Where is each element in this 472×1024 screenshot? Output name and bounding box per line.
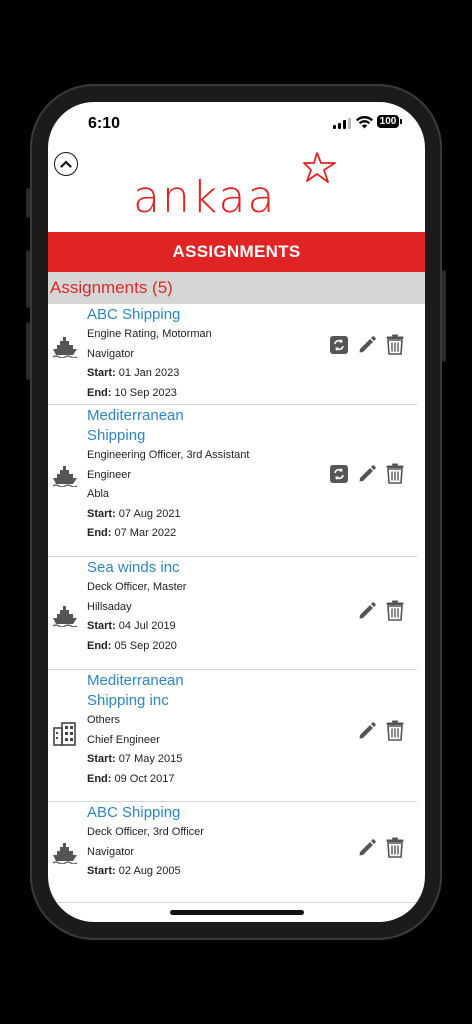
- wifi-icon: [356, 116, 373, 129]
- ship-icon: [52, 336, 78, 363]
- screen: 6:10 100 ankaa ASSIGNMENTS Assignments (…: [48, 102, 425, 922]
- start-date-row: Start: 07 Aug 2021: [48, 505, 417, 525]
- ankaa-logo: ankaa: [133, 172, 277, 223]
- collapse-button[interactable]: [54, 152, 78, 176]
- company-name[interactable]: Mediterranean Shipping: [48, 405, 237, 446]
- edit-icon[interactable]: [357, 838, 377, 858]
- start-date: 01 Jan 2023: [118, 367, 180, 380]
- battery-nub: [400, 119, 402, 124]
- end-label: End:: [87, 639, 112, 652]
- end-date: 07 Mar 2022: [114, 527, 177, 540]
- sync-icon[interactable]: [330, 335, 348, 354]
- start-label: Start:: [87, 620, 116, 633]
- start-date-row: Start: 02 Aug 2005: [48, 862, 417, 882]
- start-date: 04 Jul 2019: [118, 620, 176, 633]
- end-date: 10 Sep 2023: [114, 386, 177, 399]
- side-button-volume-up: [26, 250, 30, 308]
- card-actions: [357, 720, 404, 741]
- battery-icon: 100: [377, 115, 399, 128]
- ship-icon: [52, 842, 78, 869]
- assignment-role: Deck Officer, Master: [87, 581, 187, 593]
- end-date: 05 Sep 2020: [114, 639, 177, 652]
- start-label: Start:: [87, 753, 116, 766]
- delete-icon[interactable]: [386, 334, 404, 355]
- company-name[interactable]: Sea winds inc: [48, 557, 237, 578]
- assignment-card[interactable]: ABC Shipping Deck Officer, 3rd Officer Nav…: [48, 802, 417, 903]
- sync-icon[interactable]: [330, 464, 348, 483]
- assignments-count-header: Assignments (5): [48, 272, 425, 304]
- home-indicator[interactable]: [170, 910, 304, 915]
- chevron-up-icon: [60, 160, 72, 168]
- start-label: Start:: [87, 507, 116, 520]
- assignment-card[interactable]: Mediterranean Shipping inc Others Chief En…: [48, 670, 417, 802]
- side-button-power: [442, 270, 446, 362]
- card-actions: [330, 463, 404, 484]
- end-label: End:: [87, 527, 112, 540]
- edit-icon[interactable]: [357, 721, 377, 741]
- cellular-signal-icon: [333, 118, 351, 129]
- edit-icon[interactable]: [357, 601, 377, 621]
- delete-icon[interactable]: [386, 463, 404, 484]
- assignment-card[interactable]: ABC Shipping Engine Rating, Motorman Navig…: [48, 304, 417, 405]
- edit-icon[interactable]: [357, 335, 377, 355]
- end-label: End:: [87, 772, 112, 785]
- start-label: Start:: [87, 367, 116, 380]
- building-icon: [52, 722, 78, 751]
- end-date-row: End: 10 Sep 2023: [48, 384, 417, 404]
- start-date: 02 Aug 2005: [118, 865, 181, 878]
- edit-icon[interactable]: [357, 464, 377, 484]
- delete-icon[interactable]: [386, 837, 404, 858]
- assignment-card[interactable]: Sea winds inc Deck Officer, Master Hillsad…: [48, 557, 417, 670]
- assignment-card[interactable]: Mediterranean Shipping Engineering Office…: [48, 405, 417, 557]
- card-actions: [357, 837, 404, 858]
- page-title-banner: ASSIGNMENTS: [48, 232, 425, 272]
- company-name[interactable]: Mediterranean Shipping inc: [48, 670, 237, 711]
- start-date: 07 Aug 2021: [118, 507, 181, 520]
- card-actions: [357, 600, 404, 621]
- logo-star-icon: [303, 152, 336, 183]
- end-date-row: End: 05 Sep 2020: [48, 637, 417, 657]
- end-date-row: End: 09 Oct 2017: [48, 770, 417, 790]
- status-time: 6:10: [88, 115, 121, 132]
- company-name[interactable]: ABC Shipping: [48, 802, 237, 823]
- assignments-list: ABC Shipping Engine Rating, Motorman Navig…: [48, 304, 425, 903]
- delete-icon[interactable]: [386, 600, 404, 621]
- ship-icon: [52, 465, 78, 492]
- end-date: 09 Oct 2017: [114, 772, 175, 785]
- start-date-row: Start: 01 Jan 2023: [48, 364, 417, 384]
- start-label: Start:: [87, 865, 116, 878]
- card-actions: [330, 334, 404, 355]
- company-name[interactable]: ABC Shipping: [48, 304, 237, 325]
- assignment-role: Engineering Officer, 3rd Assistant Engin…: [87, 449, 250, 481]
- end-label: End:: [87, 386, 112, 399]
- side-button-volume-down: [26, 322, 30, 380]
- end-date-row: End: 07 Mar 2022: [48, 524, 417, 544]
- vessel-name: Abla: [87, 488, 110, 501]
- delete-icon[interactable]: [386, 720, 404, 741]
- start-date: 07 May 2015: [118, 753, 183, 766]
- ship-icon: [52, 605, 78, 632]
- side-button-mute: [26, 188, 30, 218]
- status-bar: 6:10 100: [48, 102, 425, 146]
- start-date-row: Start: 07 May 2015: [48, 750, 417, 770]
